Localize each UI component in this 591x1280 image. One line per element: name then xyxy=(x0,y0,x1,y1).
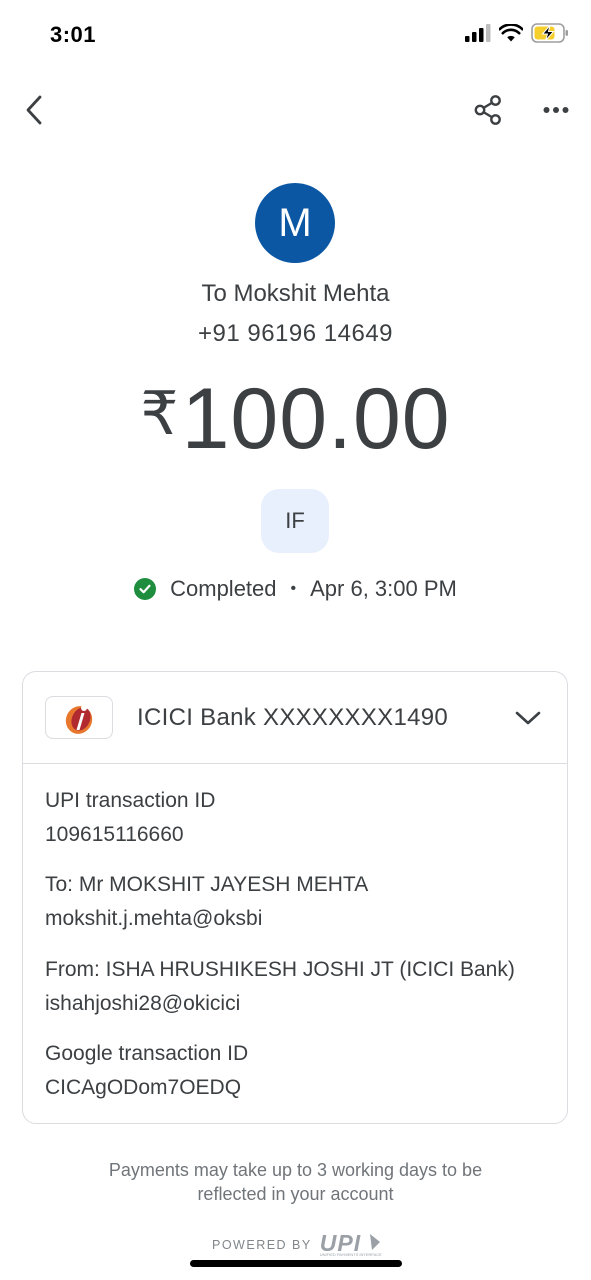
powered-by-upi: POWERED BY UPI UNIFIED PAYMENTS INTERFAC… xyxy=(212,1230,386,1258)
avatar-initial: M xyxy=(278,200,312,245)
status-time: 3:01 xyxy=(50,22,97,47)
to-upi-id-value: mokshit.j.mehta@oksbi xyxy=(45,907,263,930)
top-bar xyxy=(0,80,591,140)
upi-transaction-id-value: 109615116660 xyxy=(45,823,184,846)
chevron-down-icon[interactable] xyxy=(513,704,543,732)
google-transaction-id-value: CICAgODom7OEDQ xyxy=(45,1076,242,1099)
check-circle-icon xyxy=(134,578,157,600)
share-icon xyxy=(474,95,501,125)
bank-account-name: ICICI Bank XXXXXXXX1490 xyxy=(137,704,449,731)
powered-by-text: POWERED BY xyxy=(212,1238,312,1252)
payment-amount: ₹100.00 xyxy=(0,370,591,469)
wifi-icon xyxy=(498,22,524,47)
battery-charging-icon xyxy=(531,22,569,48)
payee-phone: +91 96196 14649 xyxy=(197,320,394,347)
status-separator: • xyxy=(290,580,297,597)
sender-initials-chip: IF xyxy=(261,489,329,553)
bank-account-row[interactable]: ICICI Bank XXXXXXXX1490 xyxy=(23,672,567,764)
share-button[interactable] xyxy=(466,90,510,130)
upi-transaction-id-label: UPI transaction ID xyxy=(45,789,216,812)
status-text: Completed xyxy=(170,576,277,601)
from-upi-id-value: ishahjoshi28@okicici xyxy=(45,992,241,1015)
footer-note: Payments may take up to 3 working days t… xyxy=(0,1158,591,1206)
home-indicator xyxy=(190,1260,402,1267)
to-account-label: To: Mr MOKSHIT JAYESH MEHTA xyxy=(45,873,369,896)
currency-symbol: ₹ xyxy=(140,380,180,447)
status-icons xyxy=(465,22,569,48)
more-options-button[interactable] xyxy=(536,90,576,130)
from-account-label: From: ISHA HRUSHIKESH JOSHI JT (ICICI Ba… xyxy=(45,958,515,981)
payment-status-line: Completed • Apr 6, 3:00 PM xyxy=(0,576,591,602)
cellular-signal-icon xyxy=(465,23,491,47)
amount-value: 100.00 xyxy=(181,371,451,467)
sender-initials: IF xyxy=(285,508,305,533)
payee-name: To Mokshit Mehta xyxy=(201,280,390,307)
upi-logo-icon: UPI UNIFIED PAYMENTS INTERFACE xyxy=(319,1230,382,1257)
icici-bank-logo-icon xyxy=(45,696,113,739)
more-options-icon xyxy=(543,107,569,113)
footer-note-line1: Payments may take up to 3 working days t… xyxy=(108,1160,483,1180)
avatar: M xyxy=(255,183,335,263)
footer-note-line2: reflected in your account xyxy=(197,1184,394,1204)
status-bar: 3:01 xyxy=(0,0,591,70)
google-transaction-id-label: Google transaction ID xyxy=(45,1042,249,1065)
back-arrow-icon xyxy=(26,95,42,125)
back-button[interactable] xyxy=(14,88,54,132)
transaction-details-card: ICICI Bank XXXXXXXX1490 UPI transaction … xyxy=(22,671,568,1124)
status-datetime: Apr 6, 3:00 PM xyxy=(310,576,457,601)
